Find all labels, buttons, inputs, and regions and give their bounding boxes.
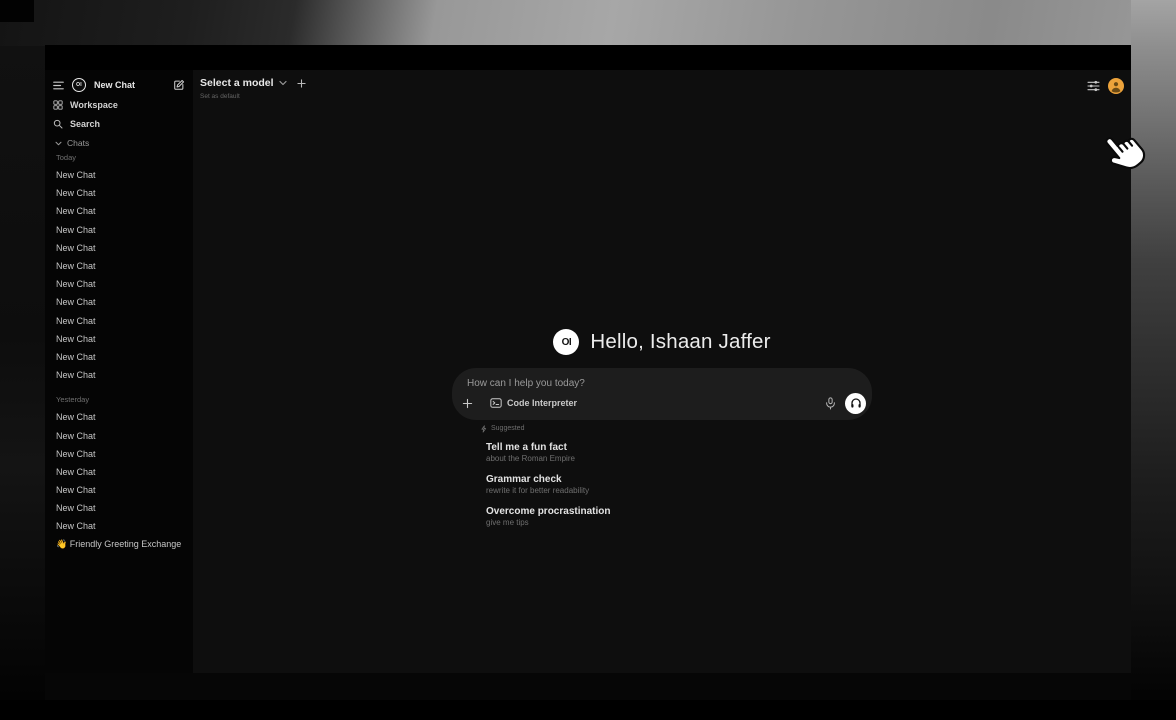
suggested-prompt[interactable]: Grammar check rewrite it for better read… xyxy=(486,473,872,496)
new-chat-button[interactable] xyxy=(173,79,185,91)
composer-toolbar: Code Interpreter xyxy=(462,392,866,414)
chat-group-label-yesterday: Yesterday xyxy=(53,392,185,408)
terminal-icon xyxy=(490,398,502,408)
model-bar: Select a model Set as default xyxy=(200,77,306,100)
sidebar-chat-item[interactable]: New Chat xyxy=(53,166,185,184)
suggested-list: Tell me a fun fact about the Roman Empir… xyxy=(452,441,872,528)
desktop-wallpaper-left xyxy=(0,46,45,720)
sidebar-chat-item[interactable]: New Chat xyxy=(53,202,185,220)
window-letterbox xyxy=(45,45,1131,70)
suggested-prompt-title: Tell me a fun fact xyxy=(486,441,872,454)
suggested-prompt-title: Grammar check xyxy=(486,473,872,486)
search-label: Search xyxy=(70,119,100,129)
set-as-default-button[interactable]: Set as default xyxy=(200,93,306,100)
chat-group-today: New ChatNew ChatNew ChatNew ChatNew Chat… xyxy=(53,166,185,384)
code-interpreter-toggle[interactable]: Code Interpreter xyxy=(490,398,577,408)
desktop-wallpaper-corner xyxy=(0,0,34,22)
sidebar-chat-item[interactable]: New Chat xyxy=(53,275,185,293)
chevron-down-icon xyxy=(279,80,287,86)
sidebar-chat-item[interactable]: New Chat xyxy=(53,517,185,535)
message-input[interactable]: How can I help you today? xyxy=(467,378,585,389)
sidebar-chat-item[interactable]: New Chat xyxy=(53,348,185,366)
desktop-wallpaper-top xyxy=(0,0,1176,46)
sidebar-chat-item[interactable]: 👋 Friendly Greeting Exchange xyxy=(53,536,185,554)
microphone-icon[interactable] xyxy=(825,397,836,410)
suggested-prompt-title: Overcome procrastination xyxy=(486,505,872,518)
topbar-actions xyxy=(1087,78,1124,94)
suggested-prompt[interactable]: Overcome procrastination give me tips xyxy=(486,505,872,528)
suggested-header: Suggested xyxy=(481,424,872,433)
workspace-label: Workspace xyxy=(70,100,118,110)
attach-plus-icon[interactable] xyxy=(462,398,473,409)
sidebar-chat-item[interactable]: New Chat xyxy=(53,293,185,311)
chat-group-yesterday: New ChatNew ChatNew ChatNew ChatNew Chat… xyxy=(53,408,185,554)
chats-section-toggle[interactable]: Chats xyxy=(55,136,89,150)
suggested-section: Suggested Tell me a fun fact about the R… xyxy=(452,424,872,537)
app-window: OI New Chat Workspace Searc xyxy=(45,45,1131,673)
settings-sliders-icon[interactable] xyxy=(1087,80,1100,92)
chats-section-label: Chats xyxy=(67,138,89,148)
greeting-text: Hello, Ishaan Jaffer xyxy=(590,330,770,354)
headphones-icon xyxy=(850,397,862,409)
chat-list: Today New ChatNew ChatNew ChatNew ChatNe… xyxy=(45,150,193,673)
sidebar-chat-item[interactable]: New Chat xyxy=(53,445,185,463)
sidebar-chat-item[interactable]: New Chat xyxy=(53,221,185,239)
sidebar-chat-item[interactable]: New Chat xyxy=(53,463,185,481)
sidebar-chat-item[interactable]: New Chat xyxy=(53,426,185,444)
desktop-wallpaper-right xyxy=(1131,0,1176,720)
model-selector-label: Select a model xyxy=(200,77,274,89)
suggested-prompt-subtitle: about the Roman Empire xyxy=(486,454,872,464)
sidebar-chat-item[interactable]: New Chat xyxy=(53,312,185,330)
sidebar-title: New Chat xyxy=(94,80,135,90)
sidebar-item-search[interactable]: Search xyxy=(45,115,193,132)
search-icon xyxy=(53,119,63,129)
sidebar-chat-item[interactable]: New Chat xyxy=(53,239,185,257)
suggested-prompt-subtitle: give me tips xyxy=(486,518,872,528)
model-selector[interactable]: Select a model xyxy=(200,77,306,89)
main-content: Select a model Set as default xyxy=(193,70,1131,673)
sidebar-chat-item[interactable]: New Chat xyxy=(53,257,185,275)
sidebar-chat-item[interactable]: New Chat xyxy=(53,499,185,517)
sidebar-toggle-icon[interactable] xyxy=(53,81,64,90)
code-interpreter-label: Code Interpreter xyxy=(507,398,577,408)
sidebar-chat-item[interactable]: New Chat xyxy=(53,330,185,348)
add-model-button[interactable] xyxy=(297,79,306,88)
suggested-label: Suggested xyxy=(491,425,524,432)
desktop: OI New Chat Workspace Searc xyxy=(0,0,1176,720)
greeting-hero: OI Hello, Ishaan Jaffer xyxy=(193,329,1131,355)
message-composer[interactable]: How can I help you today? Code Interpret… xyxy=(452,368,872,420)
sidebar: OI New Chat Workspace Searc xyxy=(45,70,193,673)
suggested-prompt[interactable]: Tell me a fun fact about the Roman Empir… xyxy=(486,441,872,464)
sidebar-chat-item[interactable]: New Chat xyxy=(53,408,185,426)
sidebar-chat-item[interactable]: New Chat xyxy=(53,481,185,499)
sidebar-item-workspace[interactable]: Workspace xyxy=(45,96,193,113)
workspace-grid-icon xyxy=(53,100,63,110)
suggested-prompt-subtitle: rewrite it for better readability xyxy=(486,486,872,496)
voice-call-button[interactable] xyxy=(845,393,866,414)
app-logo-large: OI xyxy=(553,329,579,355)
sidebar-chat-item[interactable]: New Chat xyxy=(53,184,185,202)
chat-group-label-today: Today xyxy=(53,150,185,166)
sidebar-header: OI New Chat xyxy=(53,76,185,94)
bolt-icon xyxy=(481,425,487,433)
chevron-down-icon xyxy=(55,141,62,146)
user-avatar[interactable] xyxy=(1108,78,1124,94)
app-logo: OI xyxy=(72,78,86,92)
sidebar-chat-item[interactable]: New Chat xyxy=(53,366,185,384)
desktop-wallpaper-band xyxy=(0,700,1176,720)
